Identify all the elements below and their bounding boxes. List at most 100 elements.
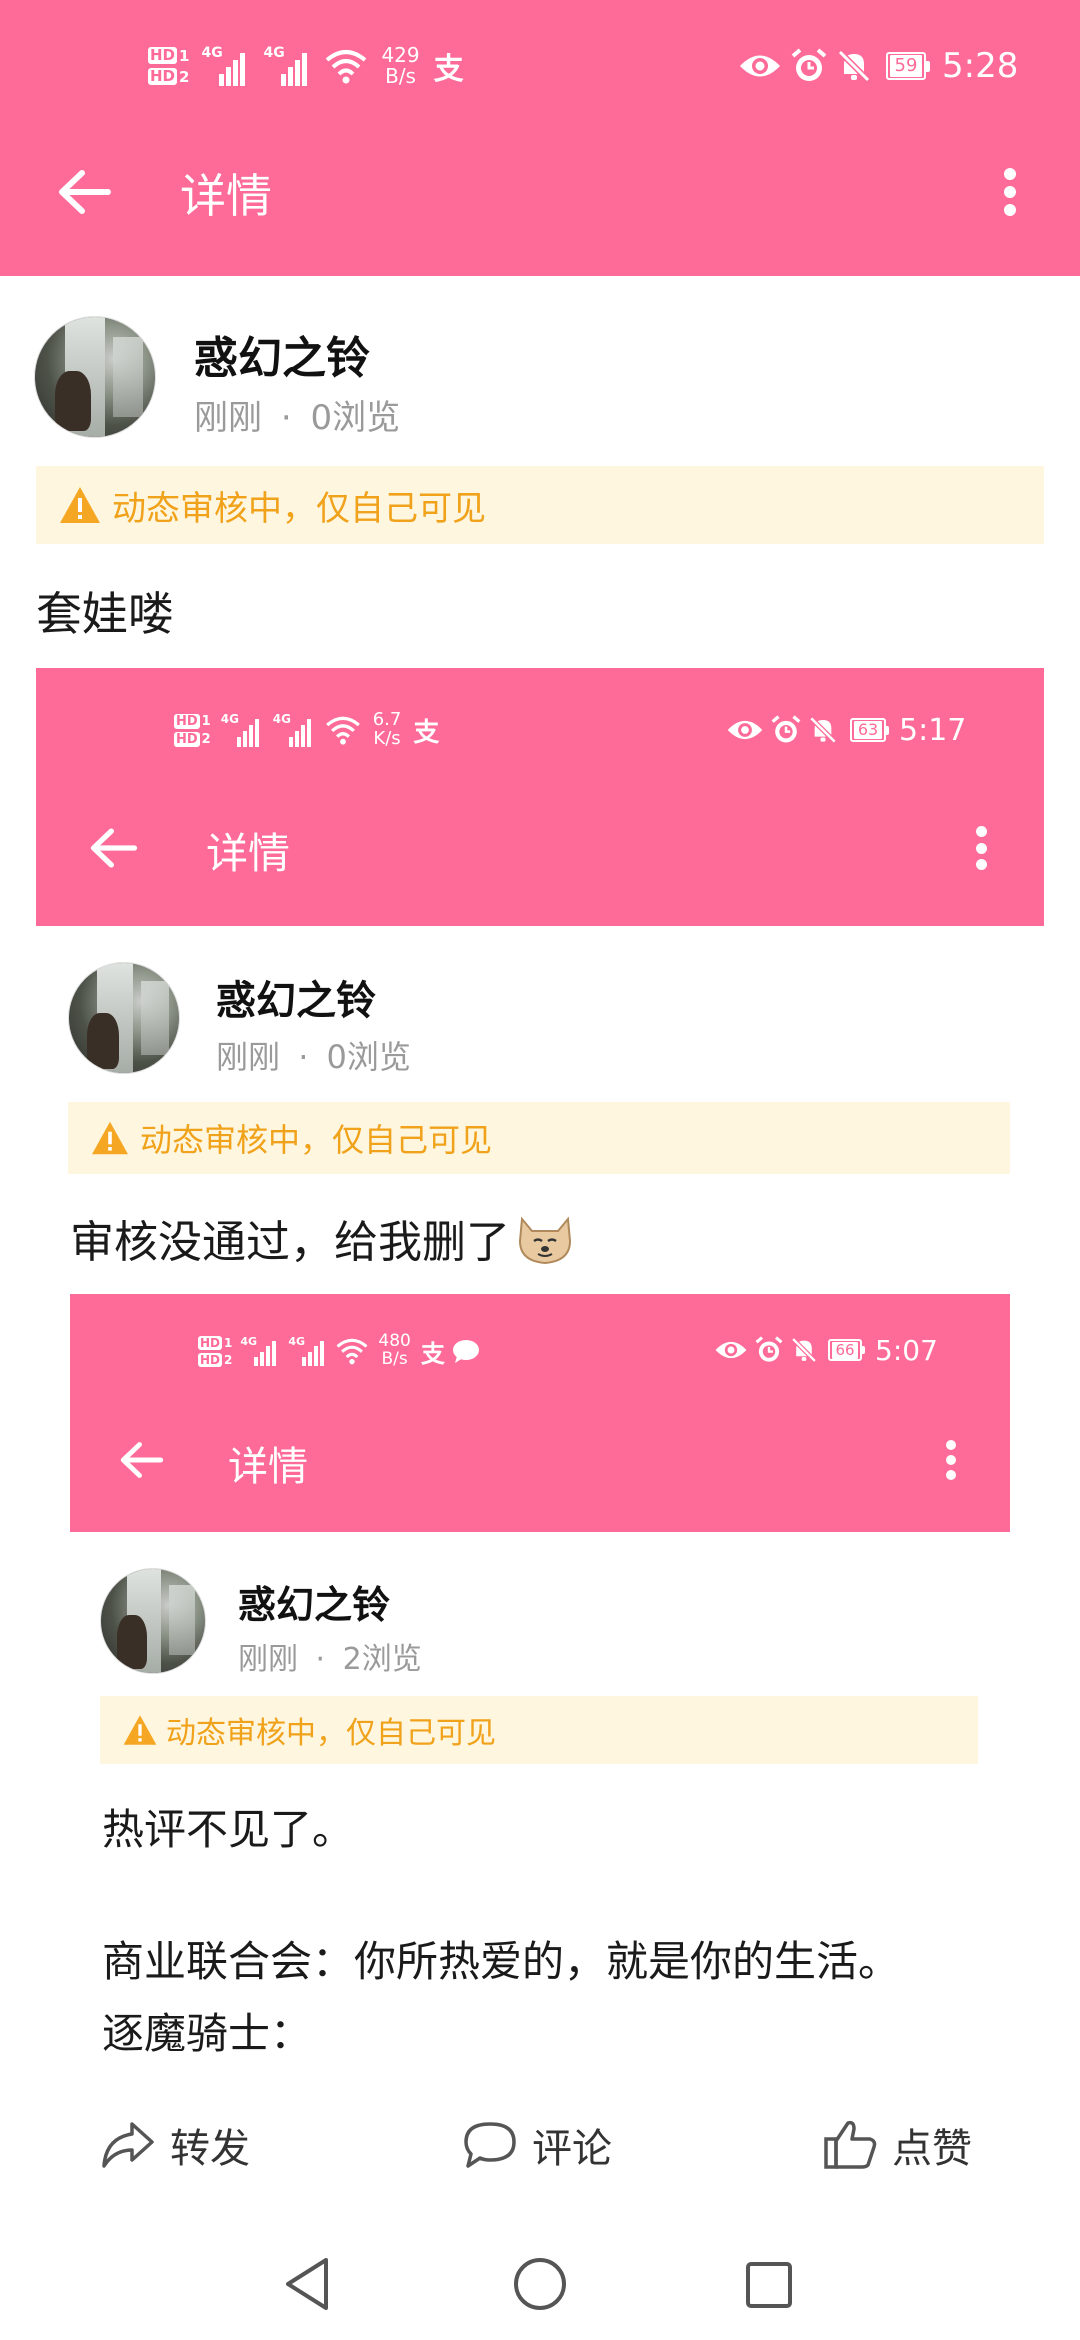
embed2-speed-unit: B/s — [381, 1349, 408, 1369]
share-icon — [102, 2122, 154, 2168]
status-bar-right: 59 5:28 — [738, 46, 1018, 86]
hd1-icon: HD — [148, 46, 178, 64]
embed2-review-notice: 动态审核中，仅自己可见 — [100, 1696, 978, 1764]
embed2-post-line-2: 商业联合会：你所热爱的，就是你的生活。 — [102, 1937, 901, 1986]
alarm-icon — [791, 48, 827, 81]
embed2-mute-bell-icon — [791, 1337, 817, 1363]
embed1-battery-icon: 63 — [850, 718, 889, 742]
embed2-alipay-icon: 支 — [420, 1339, 445, 1368]
embed1-meta-separator: · — [298, 1038, 309, 1076]
recent-apps-square-icon[interactable] — [744, 2260, 794, 2310]
home-circle-icon[interactable] — [512, 2256, 568, 2312]
embed1-sim1-label: 1 — [201, 713, 211, 729]
back-arrow-icon[interactable] — [58, 170, 112, 214]
embed1-page-title: 详情 — [206, 829, 291, 878]
alipay-icon: 支 — [433, 52, 464, 87]
post-meta: 刚刚 · 0浏览 — [194, 390, 400, 439]
review-notice: 动态审核中，仅自己可见 — [36, 466, 1044, 544]
embedded-screenshot-2-header: HD 1 HD 2 4G 4G 480 B/s 支 66 5:07 详情 — [70, 1294, 1010, 1532]
like-label: 点赞 — [892, 2126, 972, 2172]
embed1-alarm-icon — [771, 715, 801, 743]
system-nav-bar — [0, 2230, 1080, 2340]
embed1-notice-text: 动态审核中，仅自己可见 — [140, 1121, 493, 1159]
meta-separator: · — [280, 398, 292, 438]
embed1-post-text-content: 审核没通过，给我删了 — [70, 1217, 510, 1268]
embed2-avatar — [100, 1568, 206, 1674]
share-button[interactable]: 转发 — [100, 2116, 250, 2174]
embed1-status-bar-right: 63 5:17 — [726, 712, 966, 748]
back-triangle-icon[interactable] — [282, 2256, 334, 2312]
embed2-more-options-icon — [946, 1440, 956, 1480]
network-speed: 429 B/s — [381, 45, 419, 87]
network-type-2: 4G — [263, 45, 285, 61]
embed1-speed-unit: K/s — [373, 728, 401, 749]
embed2-meta-separator: · — [315, 1642, 326, 1677]
like-button[interactable]: 点赞 — [822, 2116, 972, 2174]
embed2-post-meta: 刚刚 · 2浏览 — [238, 1634, 422, 1678]
embed2-status-time: 5:07 — [875, 1333, 938, 1367]
embed2-post-line-3: 逐魔骑士： — [102, 2009, 313, 2058]
embed1-hd2-icon: HD — [174, 731, 200, 747]
signal-icon: 4G — [201, 46, 253, 86]
embed1-wifi-icon — [325, 716, 360, 745]
mute-bell-icon — [837, 49, 871, 83]
embed2-notice-text: 动态审核中，仅自己可见 — [166, 1716, 496, 1751]
share-label: 转发 — [170, 2126, 250, 2172]
warning-icon — [58, 485, 102, 525]
embed1-signal-icon-2: 4G — [273, 713, 317, 747]
embed1-eye-comfort-icon — [727, 720, 763, 740]
embed1-hd1-icon: HD — [174, 713, 200, 729]
embed2-view-count: 2浏览 — [342, 1642, 422, 1677]
notice-text: 动态审核中，仅自己可见 — [112, 488, 486, 529]
embed2-hd1-icon: HD — [198, 1335, 223, 1350]
embed1-back-arrow-icon — [90, 828, 138, 868]
embed1-network-type-1: 4G — [220, 712, 239, 726]
hd2-icon: HD — [148, 67, 178, 85]
doge-emoji-icon — [518, 1216, 572, 1265]
thumbs-up-icon — [824, 2120, 877, 2169]
embed1-network-type-2: 4G — [272, 712, 291, 726]
embed1-sim2-label: 2 — [201, 731, 211, 747]
embed2-post-line-1: 热评不见了。 — [102, 1805, 355, 1854]
embed2-sim2-label: 2 — [224, 1352, 233, 1367]
embed2-back-arrow-icon — [120, 1442, 164, 1478]
embed1-status-bar-left: HD 1 HD 2 4G 4G 6.7 K/s 支 — [174, 700, 439, 760]
embed1-author-name: 惑幻之铃 — [216, 978, 376, 1024]
speed-unit: B/s — [385, 64, 416, 88]
embed2-network-speed: 480 B/s — [378, 1332, 410, 1369]
embed2-sim1-label: 1 — [224, 1335, 233, 1350]
embed2-warning-icon — [122, 1713, 158, 1747]
status-time: 5:28 — [942, 46, 1019, 86]
wifi-icon — [326, 50, 367, 84]
embed2-author-name: 惑幻之铃 — [238, 1583, 391, 1627]
message-bubble-icon — [452, 1340, 479, 1363]
avatar[interactable] — [34, 316, 156, 438]
status-bar-left: HD 1 HD 2 4G 4G 429 B/s 支 — [148, 34, 464, 98]
embed1-battery-level: 63 — [854, 721, 882, 739]
embed1-network-speed: 6.7 K/s — [373, 710, 402, 749]
post-text: 套娃喽 — [36, 587, 174, 641]
embed1-more-options-icon — [976, 826, 987, 870]
embed2-battery-icon: 66 — [828, 1339, 865, 1361]
embed2-status-bar-right: 66 5:07 — [714, 1333, 938, 1367]
embedded-screenshot-1-header: HD 1 HD 2 4G 4G 6.7 K/s 支 63 5:17 详情 — [36, 668, 1044, 926]
more-options-icon[interactable] — [1004, 168, 1016, 216]
embed1-review-notice: 动态审核中，仅自己可见 — [68, 1102, 1010, 1174]
battery-level: 59 — [890, 55, 922, 77]
embed2-post-time: 刚刚 — [238, 1642, 298, 1677]
embed2-wifi-icon — [336, 1338, 368, 1365]
embed2-alarm-icon — [755, 1336, 783, 1362]
author-name[interactable]: 惑幻之铃 — [194, 322, 370, 386]
battery-icon: 59 — [886, 52, 930, 80]
comment-icon — [464, 2122, 516, 2168]
embed1-avatar — [68, 962, 180, 1074]
embed1-status-time: 5:17 — [899, 712, 967, 748]
embed1-post-text: 审核没通过，给我删了 — [70, 1206, 574, 1270]
embed1-post-meta: 刚刚 · 0浏览 — [216, 1032, 411, 1078]
comment-button[interactable]: 评论 — [462, 2116, 612, 2174]
embed1-alipay-icon: 支 — [413, 717, 440, 748]
signal-icon-2: 4G — [263, 46, 315, 86]
embed2-battery-level: 66 — [832, 1341, 858, 1359]
embed1-mute-bell-icon — [809, 716, 837, 744]
post-time: 刚刚 — [194, 398, 262, 438]
